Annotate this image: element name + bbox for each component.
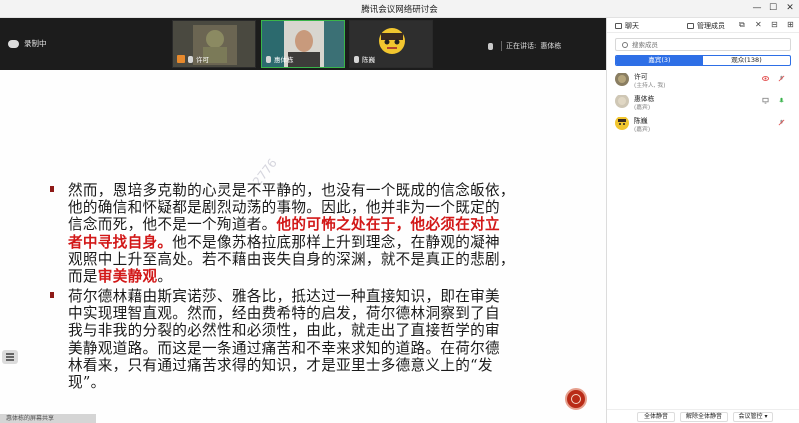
slide-paragraph-2: 荷尔德林藉由斯宾诺莎、雅各比，抵达过一种直接知识，即在审美 中实现理智直观。然而… <box>50 288 556 392</box>
video-tile-huitidong[interactable]: 惠体栋 <box>261 20 345 68</box>
panel-actions: 全体静音 解除全体静音 会议管控 ▾ <box>607 409 799 423</box>
member-row[interactable]: 惠体栋 (嘉宾) <box>615 93 791 113</box>
video-tile-chenwei[interactable]: 陈巍 <box>349 20 433 68</box>
panel-tab-bar: 聊天 管理成员 ⧉ ✕ ⊟ ⊞ <box>607 18 799 33</box>
chevron-down-icon: ▾ <box>764 413 768 420</box>
paragraph-line: 然而，恩培多克勒的心灵是不平静的，也没有一个既成的信念皈依， <box>68 182 515 199</box>
paragraph-line: 他的确信和怀疑都是剧烈动荡的事物。因此，他并非为一个既定的 <box>68 199 500 217</box>
mic-icon <box>354 55 359 63</box>
divider <box>501 41 502 51</box>
cloud-icon <box>8 39 19 48</box>
shared-screen: 2776 然而，恩培多克勒的心灵是不平静的，也没有一个既成的信念皈依， 他的确信… <box>0 70 606 423</box>
paragraph-line: 荷尔德林藉由斯宾诺莎、雅各比，抵达过一种直接知识，即在审美 <box>68 288 500 305</box>
emphasis-text: 他的可怖之处在于，他必须在对立 <box>276 216 500 234</box>
paragraph-line: 美静观道路。而这是一条通过痛苦和不幸来求知的道路。在荷尔德 <box>68 339 500 357</box>
participant-name: 陈巍 <box>362 56 375 64</box>
recording-indicator[interactable]: 录制中 <box>8 38 47 49</box>
slide-logo-button[interactable] <box>565 388 587 410</box>
search-input[interactable] <box>632 40 782 50</box>
paragraph-line: 现”。 <box>68 374 106 392</box>
maximize-button[interactable]: ☐ <box>766 2 780 15</box>
mic-active-icon[interactable] <box>778 97 785 104</box>
chat-icon <box>615 23 622 29</box>
mute-all-button[interactable]: 全体静音 <box>637 412 675 422</box>
tab-members-label: 管理成员 <box>697 22 725 30</box>
paragraph-line: 我与非我的分裂的必然性和必须性，由此，就走出了直接哲学的审 <box>68 322 500 340</box>
meeting-control-button[interactable]: 会议管控 ▾ <box>733 412 773 422</box>
window-title: 腾讯会议网络研讨会 <box>361 5 438 15</box>
member-panel: 聊天 管理成员 ⧉ ✕ ⊟ ⊞ 嘉宾(3) 观众(138) 许可 (主持人, 我… <box>606 18 799 423</box>
video-tile-label: 陈巍 <box>354 54 375 64</box>
video-strip: 录制中 许可 惠体栋 陈巍 正在讲话: 惠体栋 <box>0 18 606 70</box>
member-segment-control: 嘉宾(3) 观众(138) <box>615 55 791 66</box>
participant-name: 惠体栋 <box>274 56 294 64</box>
speaking-indicator: 正在讲话: 惠体栋 <box>488 41 561 51</box>
paragraph-line: 者中寻找自身。他不是像苏格拉底那样上升到理念，在静观的凝神 <box>68 233 500 251</box>
avatar <box>615 116 629 130</box>
recording-label: 录制中 <box>24 39 47 48</box>
member-search[interactable] <box>615 38 791 51</box>
paragraph-line: 观照中上升至高处。若不藉由丧失自身的深渊，就不是真正的悲剧， <box>68 250 515 268</box>
mic-muted-icon[interactable] <box>778 75 785 82</box>
tab-members[interactable]: 管理成员 <box>687 21 725 31</box>
tab-chat-label: 聊天 <box>625 22 639 30</box>
panel-pin-icon[interactable]: ⊟ <box>771 20 778 29</box>
camera-icon[interactable] <box>762 75 769 82</box>
tab-guests[interactable]: 嘉宾(3) <box>616 56 703 65</box>
mic-muted-icon[interactable] <box>778 119 785 126</box>
panel-more-icon[interactable]: ⊞ <box>787 20 794 29</box>
window-title-bar: 腾讯会议网络研讨会 — ☐ ✕ <box>0 0 799 18</box>
panel-close-icon[interactable]: ✕ <box>755 20 762 29</box>
meeting-window: 腾讯会议网络研讨会 — ☐ ✕ 录制中 许可 惠体栋 陈巍 正在讲话: 惠体栋 … <box>0 0 799 423</box>
toolbar-toggle-button[interactable] <box>2 350 18 364</box>
member-role: (嘉宾) <box>634 105 651 111</box>
emphasis-text: 者中寻找自身。 <box>68 233 173 251</box>
participant-name: 许可 <box>196 56 209 64</box>
bullet-marker-icon <box>50 292 54 298</box>
speaking-name: 惠体栋 <box>540 42 562 50</box>
avatar <box>615 94 629 108</box>
avatar <box>615 72 629 86</box>
video-tile-label: 惠体栋 <box>266 54 294 64</box>
members-icon <box>687 23 694 29</box>
close-button[interactable]: ✕ <box>783 2 797 15</box>
paragraph-line: 而是审美静观。 <box>68 268 173 286</box>
tab-chat[interactable]: 聊天 <box>615 21 639 31</box>
mic-icon <box>488 42 493 50</box>
screen-share-icon <box>762 97 769 104</box>
member-row[interactable]: 陈巍 (嘉宾) <box>615 115 791 135</box>
mic-icon <box>188 55 193 63</box>
screen-share-bar[interactable]: 惠体栋的屏幕共享 <box>0 414 96 423</box>
host-badge-icon <box>177 55 185 63</box>
bullet-marker-icon <box>50 186 54 192</box>
video-tile-xuke[interactable]: 许可 <box>172 20 256 68</box>
tab-viewers[interactable]: 观众(138) <box>703 56 790 65</box>
slide-paragraph-1: 然而，恩培多克勒的心灵是不平静的，也没有一个既成的信念皈依， 他的确信和怀疑都是… <box>50 182 556 286</box>
speaking-label: 正在讲话: <box>506 42 537 50</box>
search-icon <box>622 42 628 48</box>
paragraph-line: 林看来，只有通过痛苦求得的知识，才是亚里士多德意义上的“发 <box>68 356 493 374</box>
mic-icon <box>266 55 271 63</box>
member-role: (嘉宾) <box>634 127 651 133</box>
member-role: (主持人, 我) <box>634 83 666 89</box>
video-tile-label: 许可 <box>177 54 209 64</box>
member-row[interactable]: 许可 (主持人, 我) <box>615 71 791 91</box>
paragraph-line: 信念而死，他不是一个殉道者。他的可怖之处在于，他必须在对立 <box>68 216 500 234</box>
emphasis-text: 审美静观 <box>97 268 158 286</box>
popout-icon[interactable]: ⧉ <box>739 20 745 30</box>
circle-icon <box>571 394 581 404</box>
paragraph-line: 中实现理智直观。然而，经由费希特的启发，荷尔德林洞察到了自 <box>68 305 500 323</box>
minimize-button[interactable]: — <box>750 2 764 15</box>
unmute-all-button[interactable]: 解除全体静音 <box>680 412 728 422</box>
